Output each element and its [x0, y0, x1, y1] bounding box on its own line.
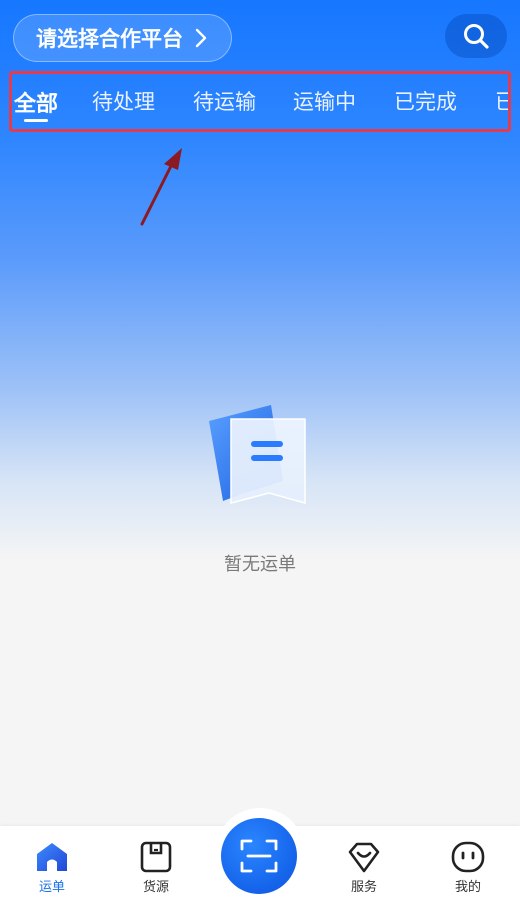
home-icon [37, 843, 67, 871]
tab-completed[interactable]: 已完成 [394, 86, 457, 116]
active-tab-indicator [24, 119, 48, 122]
top-bar: 请选择合作平台 [0, 0, 520, 70]
nav-label-profile: 我的 [454, 880, 481, 895]
nav-item-waybill[interactable]: 运单 [0, 826, 104, 905]
profile-icon [451, 841, 485, 873]
empty-document-icon [209, 405, 306, 504]
nav-label-goods: 货源 [142, 880, 169, 895]
chevron-right-icon [195, 28, 207, 48]
goods-icon [140, 841, 172, 873]
status-tabs: 全部 待处理 待运输 运输中 已完成 已取 [9, 71, 511, 132]
empty-state-message: 暂无运单 [224, 554, 296, 575]
nav-item-goods[interactable]: 货源 [104, 826, 208, 905]
service-icon [348, 842, 380, 873]
scan-icon [240, 839, 278, 873]
platform-selector-label: 请选择合作平台 [36, 27, 183, 51]
scan-button[interactable] [221, 818, 297, 894]
nav-item-service[interactable]: 服务 [312, 826, 416, 905]
nav-label-service: 服务 [350, 880, 377, 895]
tab-all[interactable]: 全部 [14, 86, 58, 118]
search-button[interactable] [445, 14, 507, 58]
search-icon [464, 24, 489, 49]
tab-cancelled[interactable]: 已取 [495, 86, 508, 116]
tab-pending[interactable]: 待处理 [92, 86, 155, 116]
nav-item-profile[interactable]: 我的 [416, 826, 520, 905]
platform-selector-button[interactable]: 请选择合作平台 [13, 14, 232, 62]
annotation-arrow [140, 148, 182, 226]
tab-in-transit[interactable]: 运输中 [293, 86, 356, 116]
nav-label-waybill: 运单 [38, 880, 65, 895]
tab-awaiting-transport[interactable]: 待运输 [193, 86, 256, 116]
